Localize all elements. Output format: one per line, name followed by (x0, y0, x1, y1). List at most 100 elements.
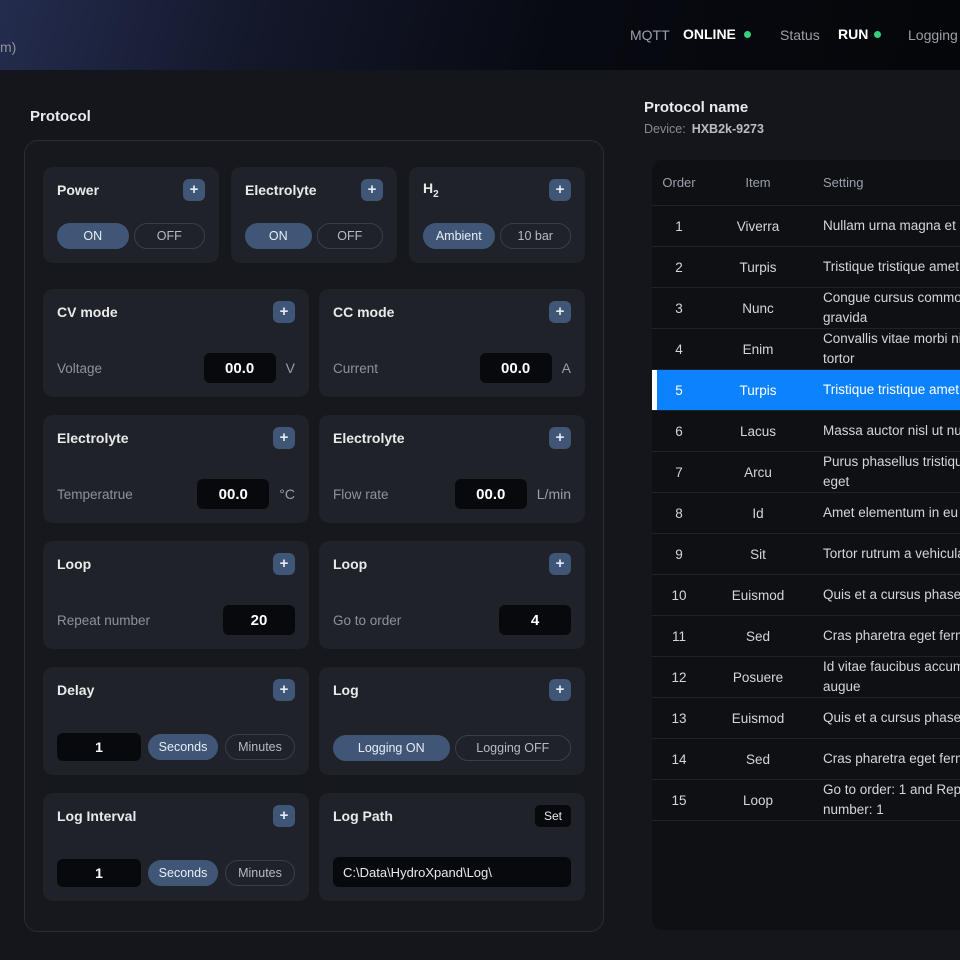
table-row[interactable]: 15LoopGo to order: 1 and Repeat number: … (652, 780, 960, 821)
row-setting: Id vitae faucibus accumsan augue (810, 657, 960, 697)
row-item: Sed (706, 629, 810, 644)
power-add-icon[interactable]: + (183, 179, 205, 201)
row-order: 14 (652, 752, 706, 767)
table-row[interactable]: 12PosuereId vitae faucibus accumsan augu… (652, 657, 960, 698)
repeat-number-label: Repeat number (57, 613, 150, 628)
table-row[interactable]: 9SitTortor rutrum a vehicula (652, 534, 960, 575)
table-row[interactable]: 3NuncCongue cursus commodo gravida (652, 288, 960, 329)
row-item: Turpis (706, 383, 810, 398)
delay-title: Delay (57, 682, 94, 698)
table-row[interactable]: 2TurpisTristique tristique amet (652, 247, 960, 288)
log-add-icon[interactable]: + (549, 679, 571, 701)
current-unit: A (562, 360, 571, 376)
flow-rate-input[interactable]: 00.0 (455, 479, 527, 509)
electrolyte-power-title: Electrolyte (245, 182, 317, 198)
protocol-panel: Power + ON OFF Electrolyte + ON OFF H2 + (24, 140, 604, 932)
go-to-order-label: Go to order (333, 613, 401, 628)
power-off-button[interactable]: OFF (134, 223, 206, 249)
row-setting: Tortor rutrum a vehicula (810, 544, 960, 564)
electrolyte-temp-add-icon[interactable]: + (273, 427, 295, 449)
card-electrolyte-temp: Electrolyte + Temperatrue 00.0 °C (43, 415, 309, 523)
row-order: 15 (652, 793, 706, 808)
voltage-label: Voltage (57, 361, 102, 376)
card-log-interval: Log Interval + 1 Seconds Minutes (43, 793, 309, 901)
electrolyte-power-add-icon[interactable]: + (361, 179, 383, 201)
row-setting: Tristique tristique amet (810, 257, 960, 277)
voltage-input[interactable]: 00.0 (204, 353, 276, 383)
delay-minutes-button[interactable]: Minutes (225, 734, 295, 760)
row-setting: Amet elementum in eu (810, 503, 960, 523)
loop-repeat-add-icon[interactable]: + (273, 553, 295, 575)
row-item: Euismod (706, 588, 810, 603)
temperature-label: Temperatrue (57, 487, 133, 502)
app-window: m) MQTT ONLINE Status RUN Logging Protoc… (0, 0, 960, 960)
card-electrolyte-power: Electrolyte + ON OFF (231, 167, 397, 263)
protocol-table: Order Item Setting 1ViverraNullam urna m… (652, 160, 960, 930)
row-item: Lacus (706, 424, 810, 439)
log-path-input[interactable]: C:\Data\HydroXpand\Log\ (333, 857, 571, 887)
table-row[interactable]: 7ArcuPurus phasellus tristique eget (652, 452, 960, 493)
row-order: 7 (652, 465, 706, 480)
electrolyte-on-button[interactable]: ON (245, 223, 312, 249)
card-loop-repeat: Loop + Repeat number 20 (43, 541, 309, 649)
logging-off-button[interactable]: Logging OFF (455, 735, 572, 761)
repeat-number-input[interactable]: 20 (223, 605, 295, 635)
top-bar: m) MQTT ONLINE Status RUN Logging (0, 0, 960, 70)
go-to-order-input[interactable]: 4 (499, 605, 571, 635)
power-title: Power (57, 182, 99, 198)
logging-on-button[interactable]: Logging ON (333, 735, 450, 761)
row-setting: Quis et a cursus phasellus (810, 585, 960, 605)
table-row[interactable]: 13EuismodQuis et a cursus phasellus (652, 698, 960, 739)
row-item: Loop (706, 793, 810, 808)
row-order: 8 (652, 506, 706, 521)
row-item: Id (706, 506, 810, 521)
row-setting: Tristique tristique amet (810, 380, 960, 400)
table-row[interactable]: 14SedCras pharetra eget fermentum (652, 739, 960, 780)
row-setting: Massa auctor nisl ut nunc (810, 421, 960, 441)
cc-mode-title: CC mode (333, 304, 394, 320)
loop-goto-add-icon[interactable]: + (549, 553, 571, 575)
header-setting: Setting (810, 173, 960, 193)
row-item: Viverra (706, 219, 810, 234)
table-row[interactable]: 4EnimConvallis vitae morbi nibh tortor (652, 329, 960, 370)
h2-add-icon[interactable]: + (549, 179, 571, 201)
h2-ambient-button[interactable]: Ambient (423, 223, 495, 249)
row-item: Posuere (706, 670, 810, 685)
cv-mode-add-icon[interactable]: + (273, 301, 295, 323)
electrolyte-off-button[interactable]: OFF (317, 223, 384, 249)
current-input[interactable]: 00.0 (480, 353, 552, 383)
cc-mode-add-icon[interactable]: + (549, 301, 571, 323)
flow-rate-unit: L/min (537, 486, 571, 502)
electrolyte-temp-title: Electrolyte (57, 430, 129, 446)
table-row[interactable]: 6LacusMassa auctor nisl ut nunc (652, 411, 960, 452)
power-on-button[interactable]: ON (57, 223, 129, 249)
log-path-set-button[interactable]: Set (535, 805, 571, 827)
delay-add-icon[interactable]: + (273, 679, 295, 701)
log-interval-minutes-button[interactable]: Minutes (225, 860, 295, 886)
device-value: HXB2k-9273 (692, 122, 764, 136)
table-row[interactable]: 1ViverraNullam urna magna et (652, 206, 960, 247)
table-row[interactable]: 11SedCras pharetra eget fermentum (652, 616, 960, 657)
row-item: Sed (706, 752, 810, 767)
table-row[interactable]: 10EuismodQuis et a cursus phasellus (652, 575, 960, 616)
table-row[interactable]: 8IdAmet elementum in eu (652, 493, 960, 534)
log-interval-add-icon[interactable]: + (273, 805, 295, 827)
electrolyte-flow-add-icon[interactable]: + (549, 427, 571, 449)
row-setting: Cras pharetra eget fermentum (810, 749, 960, 769)
temperature-input[interactable]: 00.0 (197, 479, 269, 509)
row-order: 5 (652, 383, 706, 398)
h2-10bar-button[interactable]: 10 bar (500, 223, 572, 249)
card-cv-mode: CV mode + Voltage 00.0 V (43, 289, 309, 397)
header-order: Order (652, 175, 706, 190)
row-item: Arcu (706, 465, 810, 480)
row-order: 9 (652, 547, 706, 562)
log-interval-seconds-button[interactable]: Seconds (148, 860, 218, 886)
table-row[interactable]: 5TurpisTristique tristique amet (652, 370, 960, 411)
delay-seconds-button[interactable]: Seconds (148, 734, 218, 760)
card-h2: H2 + Ambient 10 bar (409, 167, 585, 263)
row-order: 13 (652, 711, 706, 726)
delay-value-input[interactable]: 1 (57, 733, 141, 761)
cv-mode-title: CV mode (57, 304, 118, 320)
status-value: RUN (838, 26, 868, 42)
log-interval-value-input[interactable]: 1 (57, 859, 141, 887)
